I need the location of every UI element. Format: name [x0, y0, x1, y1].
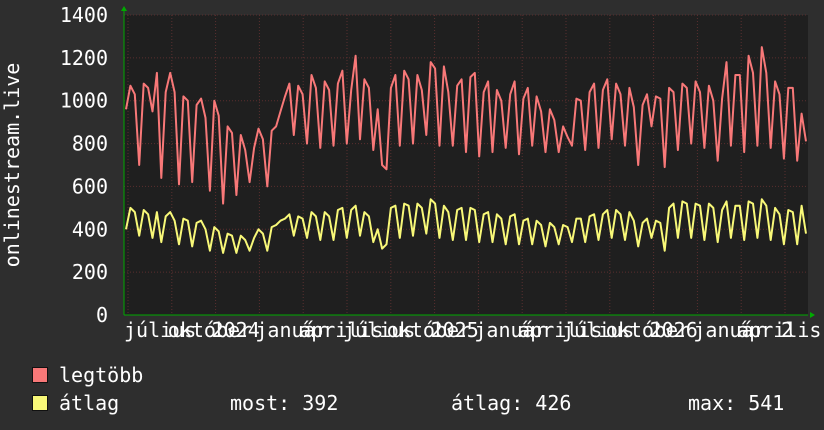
x-tick-label: április — [737, 318, 821, 342]
x-tick-label: 2025 — [431, 318, 479, 342]
stat-current: most: 392 — [230, 391, 339, 415]
stat-max: max: 541 — [688, 391, 785, 415]
y-axis-arrow — [121, 6, 127, 11]
y-axis-label: onlinestream.live — [0, 62, 24, 268]
y-tick-label: 0 — [96, 303, 108, 327]
y-tick-label: 400 — [72, 217, 108, 241]
y-tick-label: 800 — [72, 132, 108, 156]
y-tick-label: 1200 — [60, 46, 108, 70]
x-tick-label: 2 — [781, 318, 793, 342]
y-tick-label: 1400 — [60, 3, 108, 27]
legend-label-max: legtöbb — [59, 363, 144, 387]
y-tick-label: 600 — [72, 174, 108, 198]
stat-average: átlag: 426 — [451, 391, 572, 415]
legend-swatch-max — [32, 367, 48, 383]
x-tick-labels: júliusoktóber2024januáráprilisjúliusoktó… — [124, 318, 821, 342]
legend-swatch-avg — [32, 395, 48, 411]
x-tick-label: 2026 — [650, 318, 698, 342]
y-tick-label: 1000 — [60, 89, 108, 113]
plot-background — [124, 15, 808, 315]
y-tick-labels: 0 200 400 600 800 1000 1200 1400 — [60, 3, 108, 327]
legend-label-avg: átlag — [59, 391, 120, 415]
y-tick-label: 200 — [72, 260, 108, 284]
x-tick-label: 2024 — [212, 318, 260, 342]
